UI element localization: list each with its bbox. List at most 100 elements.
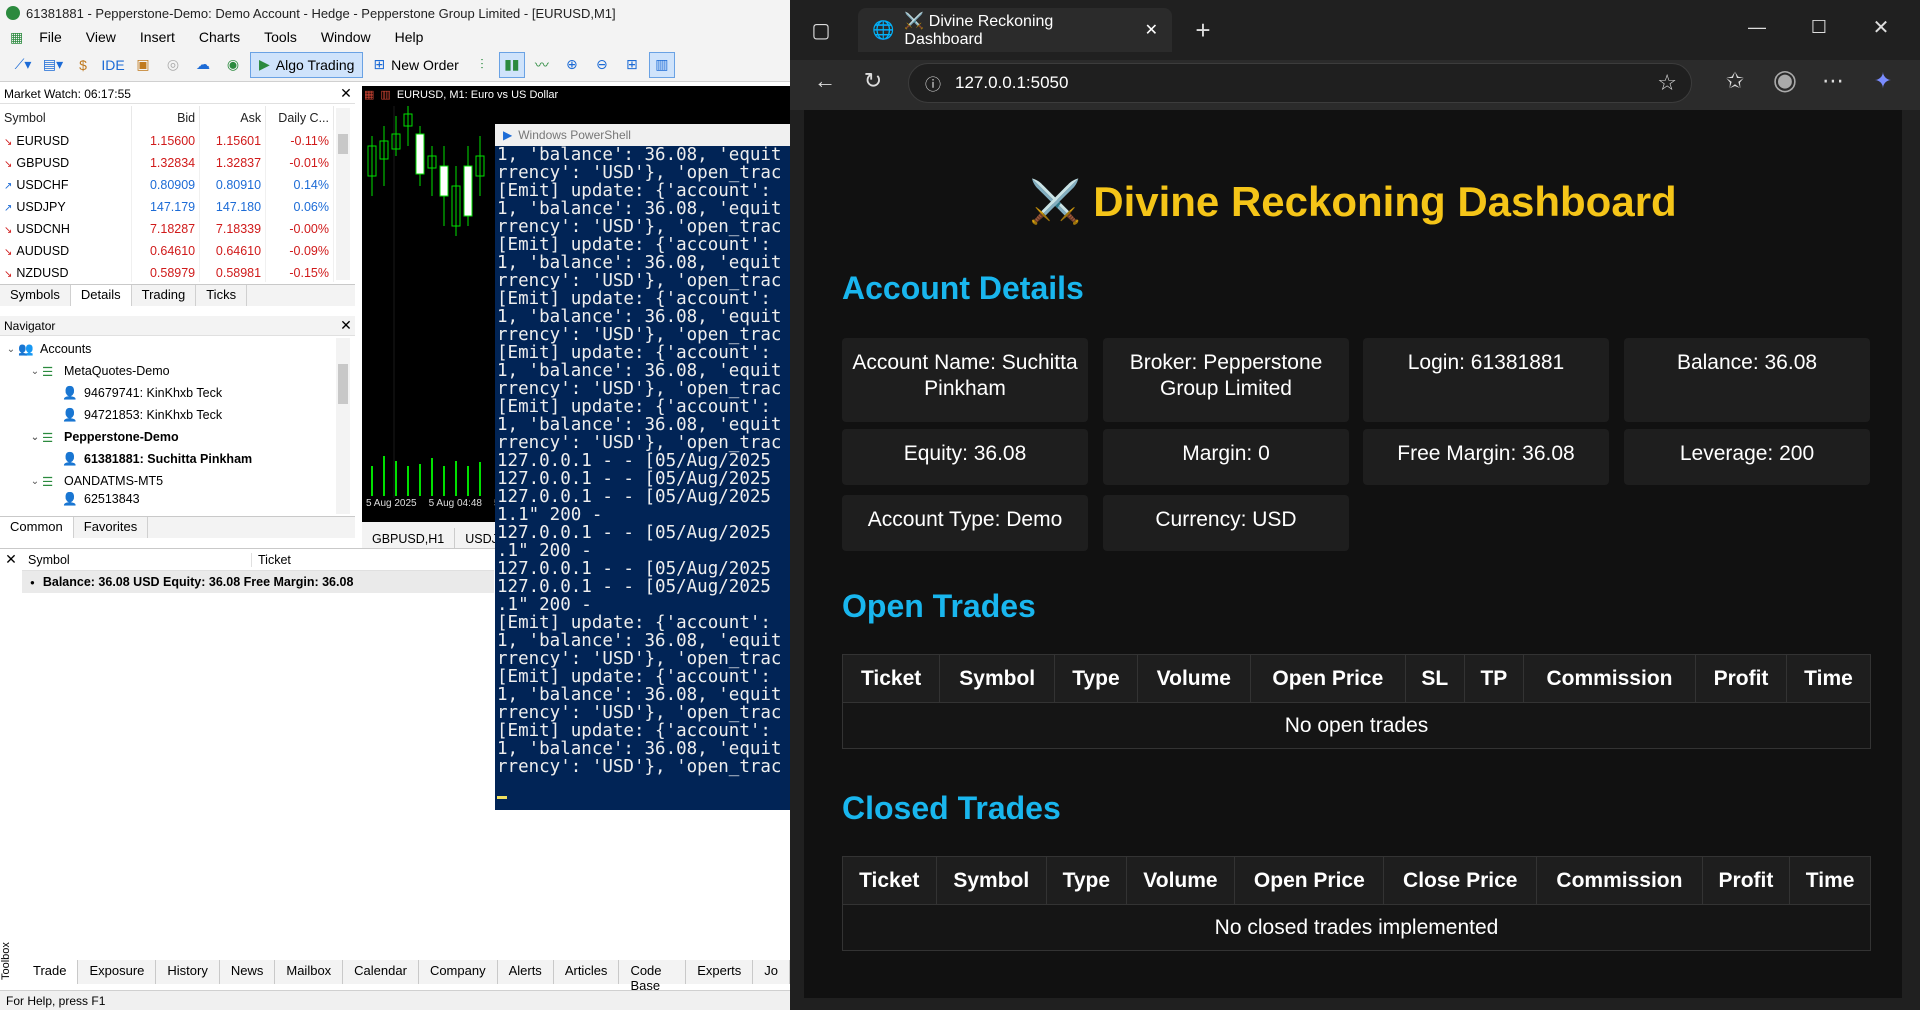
candlestick-icon[interactable]: ▮▮ xyxy=(498,51,525,78)
tree-account[interactable]: 👤 62513843 xyxy=(4,492,334,506)
market-watch-row[interactable]: ↘ EURUSD 1.15600 1.15601 -0.11% xyxy=(0,130,334,152)
chevron-down-icon[interactable]: ⌄ xyxy=(4,344,18,355)
market-watch-row[interactable]: ↗ USDCHF 0.80909 0.80910 0.14% xyxy=(0,174,334,196)
tree-server[interactable]: ⌄ ☰ OANDATMS-MT5 xyxy=(4,470,334,492)
profile-avatar-icon[interactable]: ◉ xyxy=(1768,62,1802,96)
toolbox-tab[interactable]: Alerts xyxy=(498,960,554,984)
chart-type-icon[interactable]: ▤▾ xyxy=(40,52,66,78)
menu-tools[interactable]: Tools xyxy=(252,29,309,45)
toolbox-tab[interactable]: Exposure xyxy=(78,960,157,984)
toolbox-tab[interactable]: Articles xyxy=(554,960,620,984)
close-window-icon[interactable]: ✕ xyxy=(1864,10,1898,44)
column-header[interactable]: Ticket xyxy=(252,553,291,567)
close-icon[interactable]: ✕ xyxy=(337,317,355,334)
powershell-window[interactable]: ▶ Windows PowerShell 1, 'balance': 36.08… xyxy=(495,124,790,810)
toolbox-tab[interactable]: Trade xyxy=(22,960,79,984)
tree-account[interactable]: 👤 94721853: KinKhxb Teck xyxy=(4,404,334,426)
menu-window[interactable]: Window xyxy=(309,29,383,45)
address-bar[interactable]: ⓘ 127.0.0.1:5050 ☆ xyxy=(908,63,1692,103)
toolbox-tab[interactable]: News xyxy=(220,960,276,984)
menu-file[interactable]: File xyxy=(27,29,74,45)
balance-summary-row[interactable]: ● Balance: 36.08 USD Equity: 36.08 Free … xyxy=(22,571,494,593)
globe-icon[interactable]: ◉ xyxy=(220,52,246,78)
tree-server[interactable]: ⌄ ☰ MetaQuotes-Demo xyxy=(4,360,334,382)
chart-tab[interactable]: GBPUSD,H1 xyxy=(362,528,456,550)
powershell-title-bar: ▶ Windows PowerShell xyxy=(495,124,790,146)
column-header[interactable]: Symbol xyxy=(22,552,252,567)
tab-trading[interactable]: Trading xyxy=(132,285,197,306)
favorites-icon[interactable]: ✩ xyxy=(1718,64,1752,98)
toolbox-tab[interactable]: Mailbox xyxy=(275,960,344,984)
toolbox-tab[interactable]: Code Base xyxy=(619,960,687,993)
maximize-icon[interactable]: ☐ xyxy=(1802,10,1836,44)
close-icon[interactable]: ✕ xyxy=(337,85,355,102)
back-icon[interactable]: ← xyxy=(808,64,842,98)
toolbox-tab[interactable]: Experts xyxy=(686,960,754,984)
dollar-icon[interactable]: $ xyxy=(70,52,96,78)
console-line: rrency': 'USD'}, 'open_trac xyxy=(497,217,782,237)
algo-trading-button[interactable]: ▶ Algo Trading xyxy=(250,51,364,78)
copilot-icon[interactable]: ✦ xyxy=(1866,64,1900,98)
cloud-icon[interactable]: ☁ xyxy=(190,52,216,78)
new-order-button[interactable]: ⊞ New Order xyxy=(367,52,464,78)
tree-accounts[interactable]: ⌄ 👥 Accounts xyxy=(4,338,334,360)
column-header[interactable]: Daily C... xyxy=(265,106,334,130)
grid-icon[interactable]: ⊞ xyxy=(619,52,645,78)
tab-symbols[interactable]: Symbols xyxy=(0,285,71,306)
toolbox-tab[interactable]: Calendar xyxy=(343,960,419,984)
zoom-in-icon[interactable]: ⊕ xyxy=(559,52,585,78)
line-icon[interactable]: 〰 xyxy=(529,52,555,78)
page-title: ⚔️ Divine Reckoning Dashboard xyxy=(1029,178,1677,225)
ide-button[interactable]: IDE xyxy=(100,52,126,78)
menu-insert[interactable]: Insert xyxy=(128,29,187,45)
tab-favorites[interactable]: Favorites xyxy=(74,517,149,538)
tab-ticks[interactable]: Ticks xyxy=(196,285,248,306)
arrow-down-icon: ↘ xyxy=(4,137,13,148)
briefcase-icon[interactable]: ▣ xyxy=(130,52,156,78)
tab-common[interactable]: Common xyxy=(0,517,74,538)
minimize-icon[interactable]: — xyxy=(1740,10,1774,44)
column-header[interactable]: Bid xyxy=(131,106,201,130)
console-line: 127.0.0.1 - - [05/Aug/2025 xyxy=(497,487,771,507)
toolbox-tab[interactable]: Jo xyxy=(753,960,790,984)
bar-chart-icon[interactable]: ⫶ xyxy=(469,52,495,78)
empty-message: No open trades xyxy=(842,702,1871,749)
close-tab-icon[interactable]: ✕ xyxy=(1145,20,1158,40)
info-icon[interactable]: ⓘ xyxy=(925,71,941,95)
zoom-out-icon[interactable]: ⊖ xyxy=(589,52,615,78)
navigator-scrollbar[interactable] xyxy=(336,338,350,514)
tab-dashboard[interactable]: 🌐 ⚔️ Divine Reckoning Dashboard ✕ xyxy=(858,8,1172,52)
signal-icon[interactable]: ◎ xyxy=(160,52,186,78)
menu-charts[interactable]: Charts xyxy=(187,29,252,45)
menu-help[interactable]: Help xyxy=(383,29,436,45)
toolbox-tab[interactable]: History xyxy=(156,960,220,984)
market-watch-scrollbar[interactable] xyxy=(336,108,350,280)
more-menu-icon[interactable]: ⋯ xyxy=(1816,64,1850,98)
toolbox-tab[interactable]: Company xyxy=(419,960,498,984)
market-watch-row[interactable]: ↘ USDCNH 7.18287 7.18339 -0.00% xyxy=(0,218,334,240)
console-line: 1, 'balance': 36.08, 'equit xyxy=(497,145,782,165)
chart-icon: ▥ xyxy=(380,89,391,101)
tree-server[interactable]: ⌄ ☰ Pepperstone-Demo xyxy=(4,426,334,448)
refresh-icon[interactable]: ↻ xyxy=(856,64,890,98)
market-watch-row[interactable]: ↘ NZDUSD 0.58979 0.58981 -0.15% xyxy=(0,262,334,282)
column-header[interactable]: Symbol xyxy=(0,106,133,130)
tab-actions-icon[interactable]: ▢ xyxy=(804,13,838,47)
closed-trades-table: Ticket Symbol Type Volume Open Price Close Pr… xyxy=(842,856,1871,951)
menu-view[interactable]: View xyxy=(74,29,128,45)
column-header[interactable]: Ask xyxy=(199,106,267,130)
tree-account[interactable]: 👤 61381881: Suchitta Pinkham xyxy=(4,448,334,470)
chevron-down-icon[interactable]: ⌄ xyxy=(28,432,42,443)
favorite-star-icon[interactable]: ☆ xyxy=(1657,70,1677,96)
new-tab-icon[interactable]: + xyxy=(1186,13,1220,47)
tab-details[interactable]: Details xyxy=(70,285,132,306)
autoscroll-icon[interactable]: ▥ xyxy=(648,51,675,78)
market-watch-row[interactable]: ↘ GBPUSD 1.32834 1.32837 -0.01% xyxy=(0,152,334,174)
market-watch-row[interactable]: ↘ AUDUSD 0.64610 0.64610 -0.09% xyxy=(0,240,334,262)
line-chart-icon[interactable]: ⟋▾ xyxy=(10,52,36,78)
chevron-down-icon[interactable]: ⌄ xyxy=(28,366,42,377)
tree-account[interactable]: 👤 94679741: KinKhxb Teck xyxy=(4,382,334,404)
market-watch-row[interactable]: ↗ USDJPY 147.179 147.180 0.06% xyxy=(0,196,334,218)
close-icon[interactable]: ✕ xyxy=(2,551,20,568)
chevron-down-icon[interactable]: ⌄ xyxy=(28,476,42,487)
